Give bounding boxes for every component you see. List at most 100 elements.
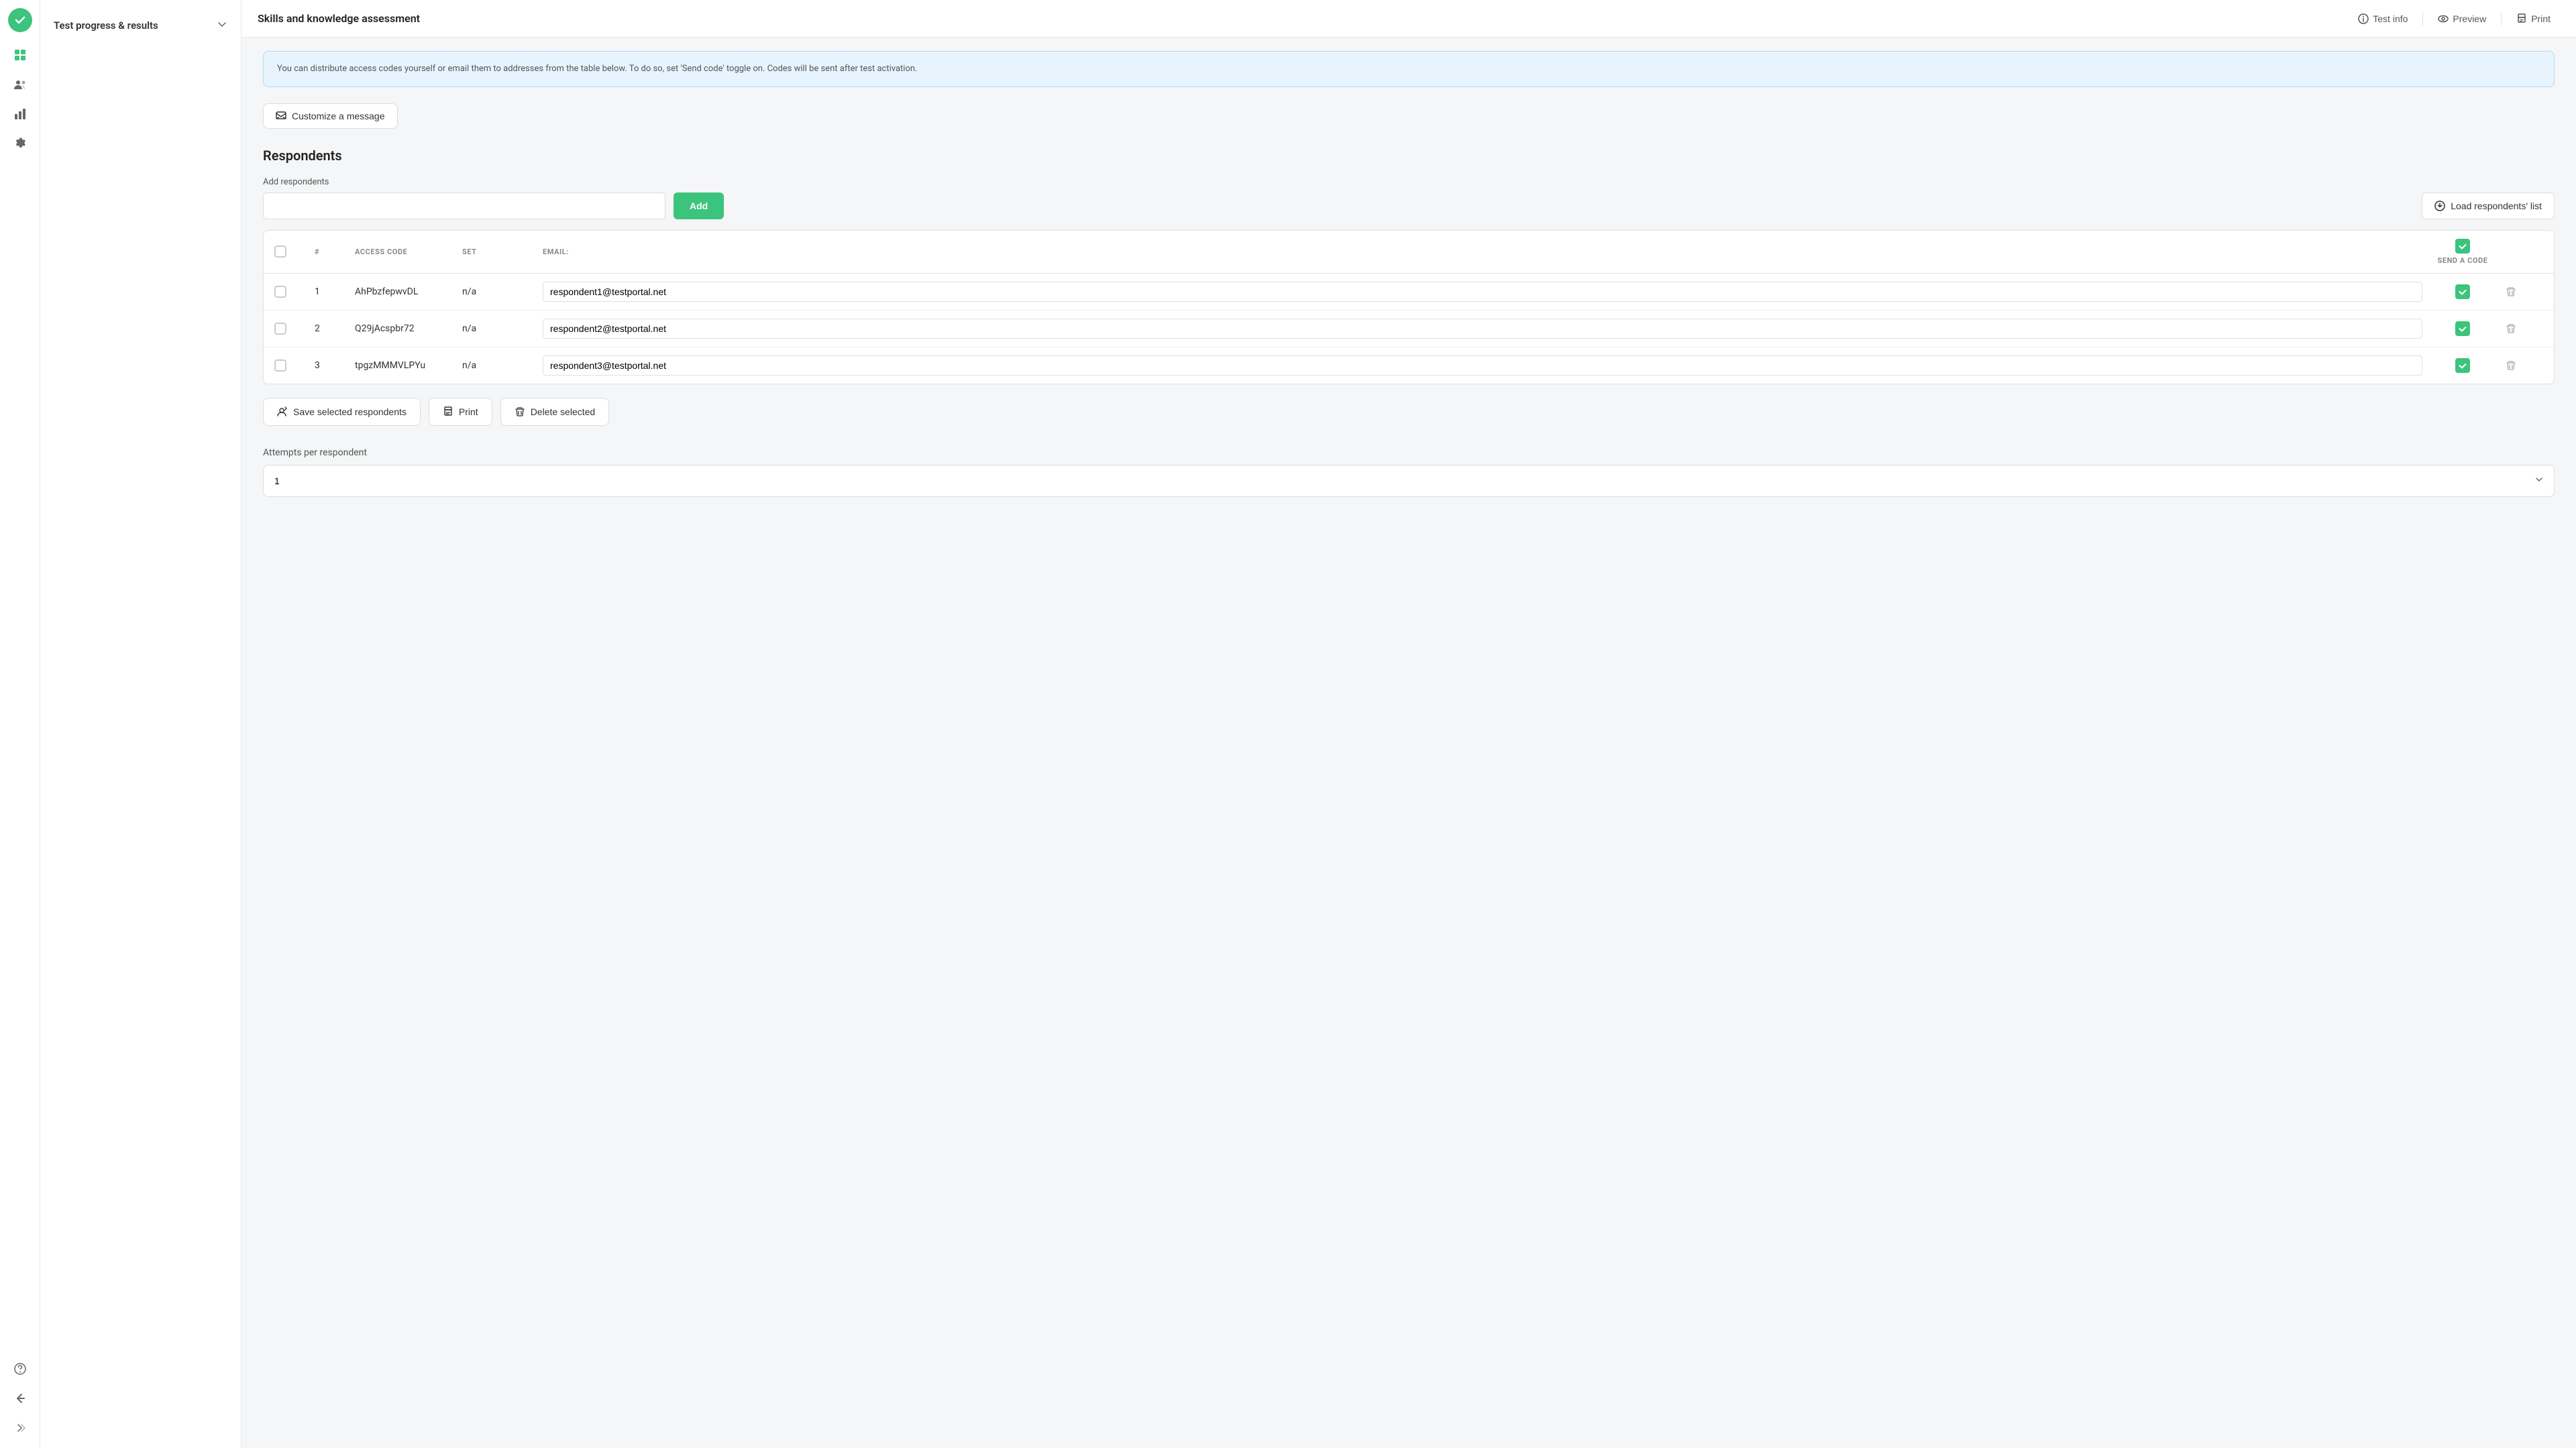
bottom-nav-icons: [8, 1357, 32, 1440]
row1-email-cell[interactable]: [543, 282, 2422, 302]
page-title: Skills and knowledge assessment: [258, 12, 420, 25]
left-panel: Test progress & results: [40, 0, 241, 1448]
eye-icon: [2438, 13, 2449, 24]
row2-delete-button[interactable]: [2503, 321, 2519, 337]
row1-checkbox-cell[interactable]: [274, 286, 315, 298]
add-respondents-input[interactable]: [263, 192, 665, 219]
row3-send-code-cell[interactable]: [2422, 358, 2503, 373]
nav-back-icon[interactable]: [8, 1386, 32, 1410]
row3-email-input[interactable]: [543, 355, 2422, 376]
test-info-button[interactable]: Test info: [2349, 8, 2417, 30]
load-respondents-button[interactable]: Load respondents' list: [2422, 192, 2555, 219]
nav-grid-icon[interactable]: [8, 43, 32, 67]
action-buttons: Save selected respondents Print: [263, 398, 2555, 426]
send-code-all-checkbox[interactable]: [2455, 239, 2470, 254]
row2-checkbox[interactable]: [274, 323, 286, 335]
nav-chart-icon[interactable]: [8, 102, 32, 126]
select-all-checkbox[interactable]: [274, 245, 286, 258]
attempts-section: Attempts per respondent 1 2 3 Unlimited: [263, 447, 2555, 497]
row1-id: 1: [315, 286, 355, 297]
message-icon: [276, 111, 286, 121]
respondents-section: Respondents Add respondents Add Load res…: [263, 148, 2555, 497]
row1-email-input[interactable]: [543, 282, 2422, 302]
save-user-icon: [277, 406, 288, 417]
print-button[interactable]: Print: [2507, 8, 2560, 30]
preview-button[interactable]: Preview: [2428, 8, 2496, 30]
row1-set: n/a: [462, 286, 543, 297]
nav-settings-icon[interactable]: [8, 131, 32, 156]
trash-icon: [2506, 360, 2516, 371]
row1-delete-cell[interactable]: [2503, 284, 2543, 300]
nav-users-icon[interactable]: [8, 72, 32, 97]
row3-checkbox[interactable]: [274, 359, 286, 372]
top-bar: Skills and knowledge assessment Test inf…: [241, 0, 2576, 38]
chevron-down-icon: [217, 19, 227, 32]
row2-email-cell[interactable]: [543, 319, 2422, 339]
attempts-label: Attempts per respondent: [263, 447, 2555, 458]
row3-email-cell[interactable]: [543, 355, 2422, 376]
row3-id: 3: [315, 360, 355, 371]
attempts-select[interactable]: 1 2 3 Unlimited: [263, 465, 2555, 497]
respondents-table: # ACCESS CODE SET EMAIL: SEND A CODE: [263, 230, 2555, 384]
attempts-select-wrapper: 1 2 3 Unlimited: [263, 465, 2555, 497]
add-respondents-row: Add Load respondents' list: [263, 192, 2555, 219]
row1-send-code-cell[interactable]: [2422, 284, 2503, 299]
row1-access-code: AhPbzfepwvDL: [355, 286, 462, 297]
info-banner: You can distribute access codes yourself…: [263, 51, 2555, 87]
print-icon: [443, 406, 453, 417]
main-content: Skills and knowledge assessment Test inf…: [241, 0, 2576, 1448]
check-icon: [2458, 287, 2467, 296]
customize-message-button[interactable]: Customize a message: [263, 103, 398, 129]
row1-send-code-checkbox[interactable]: [2455, 284, 2470, 299]
row2-set: n/a: [462, 323, 543, 334]
row2-id: 2: [315, 323, 355, 334]
check-icon: [2458, 361, 2467, 370]
table-header: # ACCESS CODE SET EMAIL: SEND A CODE: [264, 231, 2554, 274]
row2-email-input[interactable]: [543, 319, 2422, 339]
check-icon: [2458, 241, 2467, 251]
check-icon: [2458, 324, 2467, 333]
row1-checkbox[interactable]: [274, 286, 286, 298]
printer-icon: [2516, 13, 2527, 24]
col-access-code: ACCESS CODE: [355, 247, 462, 256]
collapse-sidebar-btn[interactable]: [8, 1416, 32, 1440]
divider: [2501, 12, 2502, 25]
row3-delete-button[interactable]: [2503, 357, 2519, 374]
row3-checkbox-cell[interactable]: [274, 359, 315, 372]
col-send-code: SEND A CODE: [2422, 239, 2503, 265]
table-row: 2 Q29jAcspbr72 n/a: [264, 311, 2554, 347]
row3-delete-cell[interactable]: [2503, 357, 2543, 374]
content-area: You can distribute access codes yourself…: [241, 51, 2576, 518]
print-selected-button[interactable]: Print: [429, 398, 492, 426]
load-icon: [2434, 201, 2445, 211]
delete-icon: [515, 406, 525, 417]
delete-selected-button[interactable]: Delete selected: [500, 398, 610, 426]
logo-icon[interactable]: [8, 8, 32, 32]
trash-icon: [2506, 286, 2516, 297]
row2-checkbox-cell[interactable]: [274, 323, 315, 335]
col-hash: #: [315, 247, 355, 256]
icon-sidebar: [0, 0, 40, 1448]
table-row: 3 tpgzMMMVLPYu n/a: [264, 347, 2554, 384]
row2-send-code-checkbox[interactable]: [2455, 321, 2470, 336]
save-selected-button[interactable]: Save selected respondents: [263, 398, 421, 426]
nav-help-icon[interactable]: [8, 1357, 32, 1381]
row1-delete-button[interactable]: [2503, 284, 2519, 300]
top-bar-actions: Test info Preview: [2349, 8, 2560, 30]
row2-send-code-cell[interactable]: [2422, 321, 2503, 336]
col-email: EMAIL:: [543, 247, 2422, 256]
add-button[interactable]: Add: [674, 192, 724, 219]
divider: [2422, 12, 2423, 25]
row3-set: n/a: [462, 360, 543, 371]
row3-access-code: tpgzMMMVLPYu: [355, 360, 462, 371]
add-respondents-label: Add respondents: [263, 177, 2555, 187]
row2-delete-cell[interactable]: [2503, 321, 2543, 337]
row3-send-code-checkbox[interactable]: [2455, 358, 2470, 373]
left-panel-header[interactable]: Test progress & results: [40, 11, 241, 40]
select-all-cell[interactable]: [274, 245, 315, 258]
info-icon: [2358, 13, 2369, 24]
col-set: SET: [462, 247, 543, 256]
respondents-title: Respondents: [263, 148, 2555, 164]
trash-icon: [2506, 323, 2516, 334]
left-panel-title: Test progress & results: [54, 19, 158, 32]
